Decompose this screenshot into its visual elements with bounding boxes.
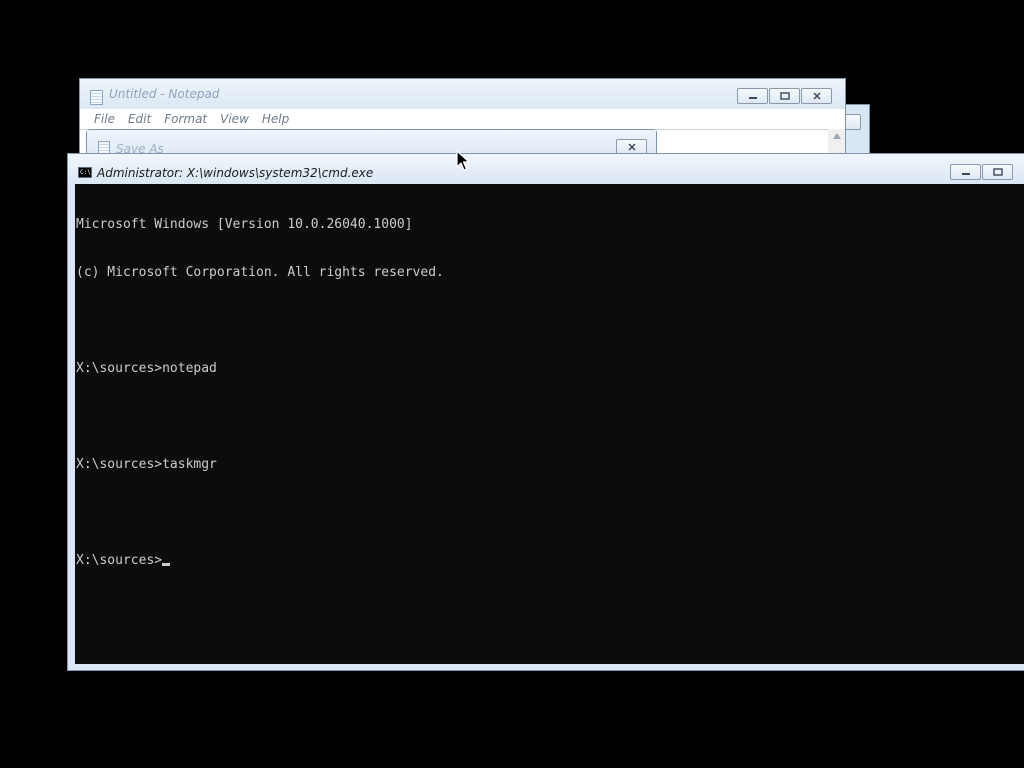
menu-help[interactable]: Help xyxy=(262,112,289,126)
text-cursor xyxy=(162,563,171,566)
notepad-close-button[interactable] xyxy=(801,88,832,104)
notepad-minimize-button[interactable] xyxy=(737,88,768,104)
notepad-title: Untitled - Notepad xyxy=(109,87,220,101)
notepad-titlebar[interactable]: Untitled - Notepad xyxy=(80,79,845,109)
console-prompt-line[interactable]: X:\sources> xyxy=(76,553,444,569)
scroll-up-arrow-icon[interactable] xyxy=(833,133,841,139)
close-icon xyxy=(627,143,636,151)
notepad-window-controls xyxy=(737,88,832,104)
menu-view[interactable]: View xyxy=(220,112,249,126)
cmd-title: Administrator: X:\windows\system32\cmd.e… xyxy=(97,166,374,180)
console-prompt: X:\sources> xyxy=(76,553,163,568)
minimize-icon xyxy=(961,173,970,175)
menu-format[interactable]: Format xyxy=(164,112,207,126)
desktop: Untitled - Notepad File Edit Format View… xyxy=(0,0,1024,768)
notepad-menubar: File Edit Format View Help xyxy=(80,109,845,129)
cmd-window-controls xyxy=(950,164,1013,180)
cmd-maximize-button[interactable] xyxy=(982,164,1013,180)
menu-edit[interactable]: Edit xyxy=(128,112,151,126)
console-line: X:\sources>notepad xyxy=(76,361,217,376)
console-line: Microsoft Windows [Version 10.0.26040.10… xyxy=(76,217,413,232)
cmd-titlebar[interactable]: C:\ Administrator: X:\windows\system32\c… xyxy=(68,154,1024,184)
notepad-maximize-button[interactable] xyxy=(769,88,800,104)
maximize-icon xyxy=(992,168,1003,176)
minimize-icon xyxy=(748,97,757,99)
close-icon xyxy=(812,92,821,100)
cmd-icon: C:\ xyxy=(78,167,92,178)
console-line: X:\sources>taskmgr xyxy=(76,457,217,472)
console-lines: Microsoft Windows [Version 10.0.26040.10… xyxy=(76,185,444,601)
mouse-pointer-icon xyxy=(456,150,470,171)
console-output[interactable]: Microsoft Windows [Version 10.0.26040.10… xyxy=(75,184,1024,664)
console-line: (c) Microsoft Corporation. All rights re… xyxy=(76,265,444,280)
notepad-icon xyxy=(90,90,103,105)
cmd-minimize-button[interactable] xyxy=(950,164,981,180)
maximize-icon xyxy=(779,92,790,100)
menu-file[interactable]: File xyxy=(94,112,115,126)
cmd-window: C:\ Administrator: X:\windows\system32\c… xyxy=(67,153,1024,671)
